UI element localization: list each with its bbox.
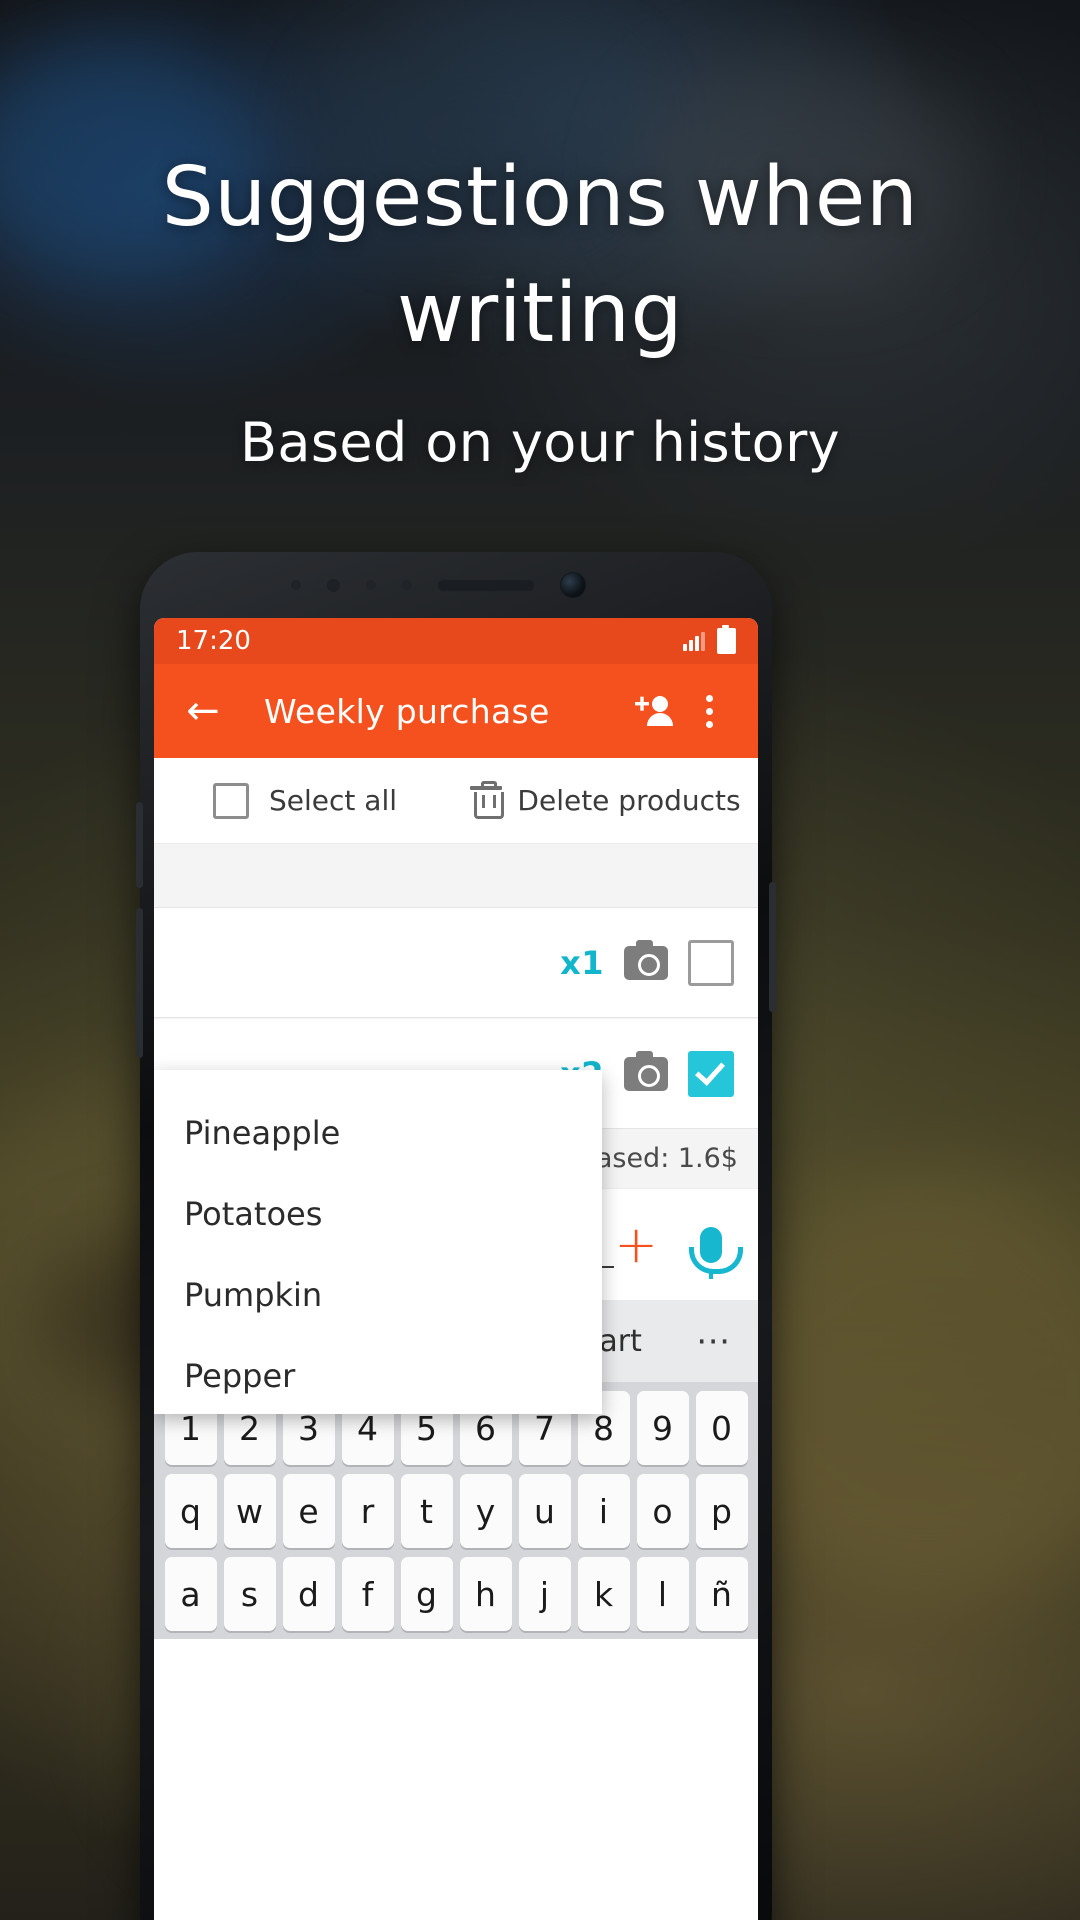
key[interactable]: a	[164, 1557, 217, 1631]
product-list: x1 x2 urchased: 1.6$ Pineapple Potatoes …	[154, 844, 758, 1414]
key[interactable]: o	[636, 1474, 689, 1548]
key[interactable]: f	[341, 1557, 394, 1631]
list-item[interactable]: Potatoes	[154, 1173, 602, 1254]
key[interactable]: w	[223, 1474, 276, 1548]
key[interactable]: y	[459, 1474, 512, 1548]
promo-screenshot: Suggestions when writing Based on your h…	[0, 0, 1080, 1920]
phone-screen: 17:20 ← Weekly purchase Select all Delet…	[154, 618, 758, 1920]
page-title: Weekly purchase	[264, 691, 550, 731]
checkbox-checked-icon[interactable]	[688, 1050, 734, 1097]
back-arrow-icon[interactable]: ←	[176, 684, 230, 738]
sensor-icon	[611, 580, 622, 590]
delete-products-button[interactable]: Delete products	[456, 780, 758, 819]
key[interactable]: r	[341, 1474, 394, 1548]
plus-icon[interactable]: +	[614, 1219, 658, 1271]
key[interactable]: u	[518, 1474, 571, 1548]
key[interactable]: p	[695, 1474, 748, 1548]
status-bar: 17:20	[154, 618, 758, 664]
earpiece-speaker	[437, 579, 534, 591]
key[interactable]: t	[400, 1474, 453, 1548]
key[interactable]: 0	[695, 1391, 748, 1465]
signal-bars-icon	[683, 631, 705, 651]
camera-icon[interactable]	[624, 1050, 668, 1091]
phone-mockup: 17:20 ← Weekly purchase Select all Delet…	[136, 552, 776, 1920]
select-all-button[interactable]: Select all	[154, 782, 456, 819]
sensor-icon	[290, 580, 301, 590]
front-camera-icon	[559, 572, 586, 598]
delete-products-label: Delete products	[517, 784, 741, 817]
list-item[interactable]: Pineapple	[154, 1092, 602, 1173]
sensor-icon	[326, 578, 340, 592]
power-button	[136, 908, 143, 1058]
selection-toolbar: Select all Delete products	[154, 758, 758, 844]
status-bar-indicators	[683, 625, 736, 654]
status-bar-clock: 17:20	[176, 626, 251, 656]
sensor-icon	[365, 580, 376, 590]
product-quantity: x1	[560, 943, 604, 982]
select-all-label: Select all	[269, 784, 397, 817]
trash-icon	[470, 780, 505, 819]
list-item[interactable]: Pumpkin	[154, 1254, 602, 1335]
more-dots-icon[interactable]: ⋯	[696, 1321, 732, 1361]
add-person-icon[interactable]	[628, 684, 682, 738]
checkbox-unchecked-icon[interactable]	[213, 782, 249, 819]
promo-headline: Suggestions when writing	[161, 150, 919, 362]
table-row[interactable]: x1	[154, 908, 758, 1018]
sensor-icon	[401, 580, 412, 590]
table-row[interactable]	[154, 844, 758, 908]
microphone-icon[interactable]	[689, 1226, 743, 1279]
key[interactable]: d	[282, 1557, 335, 1631]
app-bar: ← Weekly purchase	[154, 664, 758, 758]
autocomplete-dropdown[interactable]: Pineapple Potatoes Pumpkin Pepper	[154, 1070, 602, 1414]
keyboard-row-home: a s d f g h j k l ñ	[154, 1548, 758, 1631]
overflow-menu-icon[interactable]	[682, 684, 736, 738]
volume-button	[136, 802, 143, 888]
battery-icon	[717, 625, 736, 654]
keyboard-row-top: q w e r t y u i o p	[154, 1465, 758, 1548]
camera-icon[interactable]	[624, 939, 668, 980]
list-item[interactable]: Pepper	[154, 1335, 602, 1416]
key[interactable]: 9	[636, 1391, 689, 1465]
key[interactable]: k	[577, 1557, 630, 1631]
key[interactable]: s	[223, 1557, 276, 1631]
key[interactable]: e	[282, 1474, 335, 1548]
key[interactable]: ñ	[695, 1557, 748, 1631]
promo-subheadline: Based on your history	[239, 411, 841, 474]
key[interactable]: q	[164, 1474, 217, 1548]
checkbox-unchecked-icon[interactable]	[688, 939, 734, 986]
key[interactable]: l	[636, 1557, 689, 1631]
key[interactable]: j	[518, 1557, 571, 1631]
phone-top-bezel	[140, 552, 772, 618]
key[interactable]: i	[577, 1474, 630, 1548]
key[interactable]: g	[400, 1557, 453, 1631]
key[interactable]: h	[459, 1557, 512, 1631]
